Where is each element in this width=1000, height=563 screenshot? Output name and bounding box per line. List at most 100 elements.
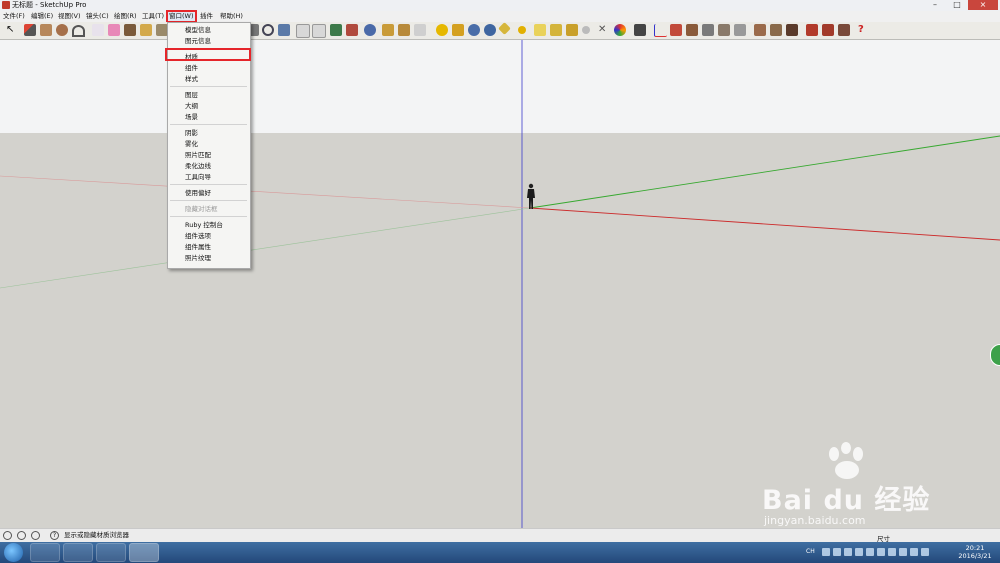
maximize-icon[interactable]: □: [946, 0, 968, 10]
next-view-icon[interactable]: [312, 24, 326, 38]
menu-tools[interactable]: 工具(T): [142, 12, 164, 21]
sketchup-taskbar-icon[interactable]: [129, 543, 159, 562]
menu-item-hide-dialogs: 隐藏对话框: [185, 205, 218, 213]
line-tool-icon[interactable]: [24, 24, 36, 36]
minimize-icon[interactable]: –: [924, 0, 946, 10]
arc-tool-icon[interactable]: [72, 25, 85, 37]
menu-help[interactable]: 帮助(H): [220, 12, 243, 21]
outliner-icon[interactable]: [786, 24, 798, 36]
human-figure[interactable]: [526, 183, 536, 210]
tray-icon[interactable]: [822, 548, 830, 556]
section-icon[interactable]: [566, 24, 578, 36]
menu-item-fog[interactable]: 雾化: [185, 140, 198, 148]
solid-tools-icon[interactable]: [806, 24, 818, 36]
fog-icon[interactable]: [550, 24, 562, 36]
menu-item-styles[interactable]: 样式: [185, 75, 198, 83]
look-around-icon[interactable]: [702, 24, 714, 36]
tray-icon[interactable]: [910, 548, 918, 556]
credits-icon[interactable]: [17, 531, 26, 540]
axes-icon[interactable]: [654, 24, 667, 37]
warehouse-icon[interactable]: [330, 24, 342, 36]
zoom-extents-icon[interactable]: [278, 24, 290, 36]
help-question-icon[interactable]: ?: [858, 24, 870, 36]
zoom-icon[interactable]: [262, 24, 274, 36]
tape-measure-icon[interactable]: [124, 24, 136, 36]
clock[interactable]: 20:21 2016/3/21: [955, 544, 995, 560]
menu-draw[interactable]: 绘图(R): [114, 12, 137, 21]
walk-icon[interactable]: [670, 24, 682, 36]
model-viewport[interactable]: [0, 40, 1000, 528]
ime-indicator[interactable]: CH: [806, 548, 815, 555]
menu-item-shadows[interactable]: 阴影: [185, 129, 198, 137]
select-tool-icon[interactable]: ↖: [6, 24, 18, 36]
drape-icon[interactable]: [414, 24, 426, 36]
text-tool-icon[interactable]: [754, 24, 766, 36]
paint-bucket-icon[interactable]: [140, 24, 152, 36]
position-camera-icon[interactable]: [686, 24, 698, 36]
tray-icon[interactable]: [866, 548, 874, 556]
previous-view-icon[interactable]: [296, 24, 310, 38]
rectangle-tool-icon[interactable]: [40, 24, 52, 36]
help-icon[interactable]: ?: [50, 531, 59, 540]
sandbox-icon[interactable]: [382, 24, 394, 36]
ruby-icon[interactable]: [436, 24, 448, 36]
google-earth-icon[interactable]: [364, 24, 376, 36]
color-wheel-icon[interactable]: [614, 24, 626, 36]
menu-item-soften-edges[interactable]: 柔化边线: [185, 162, 211, 170]
menu-item-layers[interactable]: 图层: [185, 91, 198, 99]
eraser-icon[interactable]: [108, 24, 120, 36]
menu-item-component-options[interactable]: 组件选项: [185, 232, 211, 240]
menu-item-outliner[interactable]: 大纲: [185, 102, 198, 110]
diamond-tag-icon[interactable]: [498, 22, 511, 35]
browser-icon[interactable]: [63, 543, 93, 562]
menu-edit[interactable]: 编辑(E): [31, 12, 53, 21]
tray-icon[interactable]: [844, 548, 852, 556]
sphere-icon[interactable]: [582, 26, 590, 34]
subtract-icon[interactable]: [838, 24, 850, 36]
tag-icon[interactable]: [452, 24, 464, 36]
axes-tool-icon[interactable]: ✕: [598, 24, 610, 36]
taskbar: CH 20:21 2016/3/21: [0, 542, 1000, 563]
menu-item-component-attributes[interactable]: 组件属性: [185, 243, 211, 251]
terrain-icon[interactable]: [398, 24, 410, 36]
3d-text-icon[interactable]: [770, 24, 782, 36]
make-component-icon[interactable]: [92, 24, 104, 36]
menu-item-instructor[interactable]: 工具向导: [185, 173, 211, 181]
camera-icon[interactable]: [634, 24, 646, 36]
close-icon[interactable]: ×: [968, 0, 998, 10]
clock-date: 2016/3/21: [958, 552, 992, 560]
menu-item-match-photo[interactable]: 照片匹配: [185, 151, 211, 159]
menu-item-entity-info[interactable]: 图元信息: [185, 37, 211, 45]
taskbar-app-icon[interactable]: [30, 543, 60, 562]
circle-tool-icon[interactable]: [56, 24, 68, 36]
union-icon[interactable]: [822, 24, 834, 36]
tray-icon[interactable]: [921, 548, 929, 556]
menu-camera[interactable]: 镜头(C): [86, 12, 109, 21]
start-button[interactable]: [4, 543, 23, 562]
user-icon[interactable]: [31, 531, 40, 540]
sun-icon[interactable]: [518, 26, 526, 34]
menu-plugins[interactable]: 插件: [200, 12, 213, 21]
help-globe-icon[interactable]: [468, 24, 480, 36]
menu-item-scenes[interactable]: 场景: [185, 113, 198, 121]
info-globe-icon[interactable]: [484, 24, 496, 36]
share-model-icon[interactable]: [346, 24, 358, 36]
tray-icon[interactable]: [888, 548, 896, 556]
geolocation-icon[interactable]: [3, 531, 12, 540]
menu-item-components[interactable]: 组件: [185, 64, 198, 72]
tray-icon[interactable]: [877, 548, 885, 556]
menu-item-ruby-console[interactable]: Ruby 控制台: [185, 221, 223, 229]
tray-icon[interactable]: [855, 548, 863, 556]
menu-item-model-info[interactable]: 模型信息: [185, 26, 211, 34]
menu-item-preferences[interactable]: 使用偏好: [185, 189, 211, 197]
menu-file[interactable]: 文件(F): [3, 12, 25, 21]
tray-icon[interactable]: [899, 548, 907, 556]
menu-view[interactable]: 视图(V): [58, 12, 81, 21]
dimension-icon[interactable]: [718, 24, 730, 36]
menu-window[interactable]: 窗口(W): [166, 10, 197, 23]
tray-icon[interactable]: [833, 548, 841, 556]
shadow-icon[interactable]: [534, 24, 546, 36]
menu-item-photo-textures[interactable]: 照片纹理: [185, 254, 211, 262]
explorer-icon[interactable]: [96, 543, 126, 562]
protractor-icon[interactable]: [734, 24, 746, 36]
